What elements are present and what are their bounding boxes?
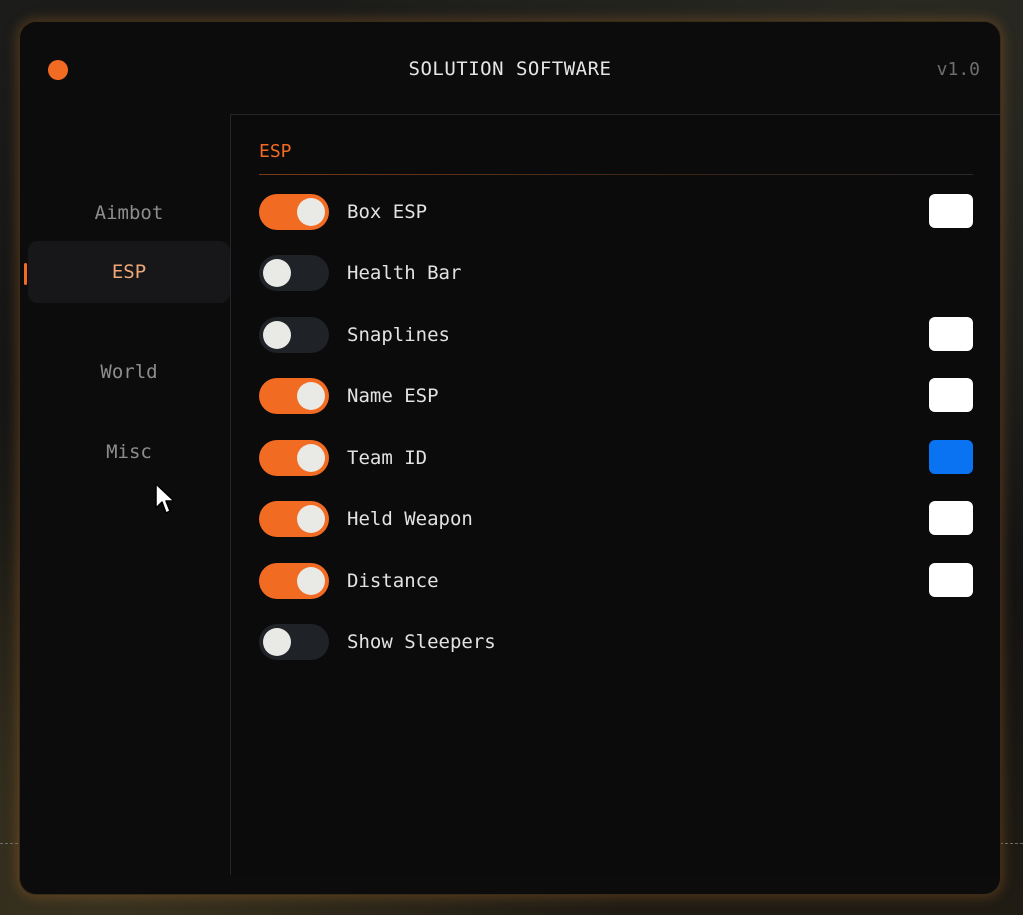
app-window: SOLUTION SOFTWARE v1.0 Aimbot ESP World … bbox=[20, 22, 1000, 894]
toggle-knob bbox=[263, 259, 291, 287]
team-id-toggle[interactable] bbox=[259, 440, 329, 476]
app-title: SOLUTION SOFTWARE bbox=[408, 58, 612, 80]
toggle-knob bbox=[297, 198, 325, 226]
setting-row-distance: Distance bbox=[259, 562, 973, 602]
health-bar-label: Health Bar bbox=[347, 262, 462, 284]
sidebar: Aimbot ESP World Misc bbox=[20, 114, 230, 894]
toggle-knob bbox=[297, 444, 325, 472]
setting-row-health-bar: Health Bar bbox=[259, 254, 973, 294]
sidebar-item-esp[interactable]: ESP bbox=[28, 241, 230, 303]
toggle-knob bbox=[297, 382, 325, 410]
distance-color-swatch[interactable] bbox=[929, 563, 973, 597]
toggle-knob bbox=[297, 567, 325, 595]
setting-row-box-esp: Box ESP bbox=[259, 193, 973, 233]
sidebar-item-aimbot[interactable]: Aimbot bbox=[28, 182, 230, 244]
active-nav-indicator bbox=[24, 263, 27, 285]
section-divider bbox=[259, 174, 973, 175]
show-sleepers-toggle[interactable] bbox=[259, 624, 329, 660]
sidebar-item-misc[interactable]: Misc bbox=[28, 421, 230, 483]
held-weapon-color-swatch[interactable] bbox=[929, 501, 973, 535]
setting-row-snaplines: Snaplines bbox=[259, 316, 973, 356]
held-weapon-toggle[interactable] bbox=[259, 501, 329, 537]
setting-row-team-id: Team ID bbox=[259, 439, 973, 479]
toggle-knob bbox=[263, 321, 291, 349]
mouse-cursor-icon bbox=[155, 483, 175, 514]
show-sleepers-label: Show Sleepers bbox=[347, 631, 496, 653]
content-panel: ESP Box ESP Health Bar Snaplines Name ES… bbox=[230, 114, 1000, 875]
version-label: v1.0 bbox=[936, 59, 980, 80]
box-esp-label: Box ESP bbox=[347, 201, 428, 223]
toggle-knob bbox=[297, 505, 325, 533]
distance-label: Distance bbox=[347, 570, 439, 592]
setting-row-name-esp: Name ESP bbox=[259, 377, 973, 417]
title-bar[interactable]: SOLUTION SOFTWARE v1.0 bbox=[20, 22, 1000, 114]
snaplines-color-swatch[interactable] bbox=[929, 317, 973, 351]
section-title: ESP bbox=[259, 141, 292, 162]
held-weapon-label: Held Weapon bbox=[347, 508, 473, 530]
team-id-label: Team ID bbox=[347, 447, 428, 469]
box-esp-toggle[interactable] bbox=[259, 194, 329, 230]
box-esp-color-swatch[interactable] bbox=[929, 194, 973, 228]
distance-toggle[interactable] bbox=[259, 563, 329, 599]
setting-row-show-sleepers: Show Sleepers bbox=[259, 623, 973, 663]
snaplines-toggle[interactable] bbox=[259, 317, 329, 353]
name-esp-toggle[interactable] bbox=[259, 378, 329, 414]
name-esp-label: Name ESP bbox=[347, 385, 439, 407]
snaplines-label: Snaplines bbox=[347, 324, 450, 346]
name-esp-color-swatch[interactable] bbox=[929, 378, 973, 412]
setting-row-held-weapon: Held Weapon bbox=[259, 500, 973, 540]
toggle-knob bbox=[263, 628, 291, 656]
team-id-color-swatch[interactable] bbox=[929, 440, 973, 474]
health-bar-toggle[interactable] bbox=[259, 255, 329, 291]
sidebar-item-world[interactable]: World bbox=[28, 341, 230, 403]
